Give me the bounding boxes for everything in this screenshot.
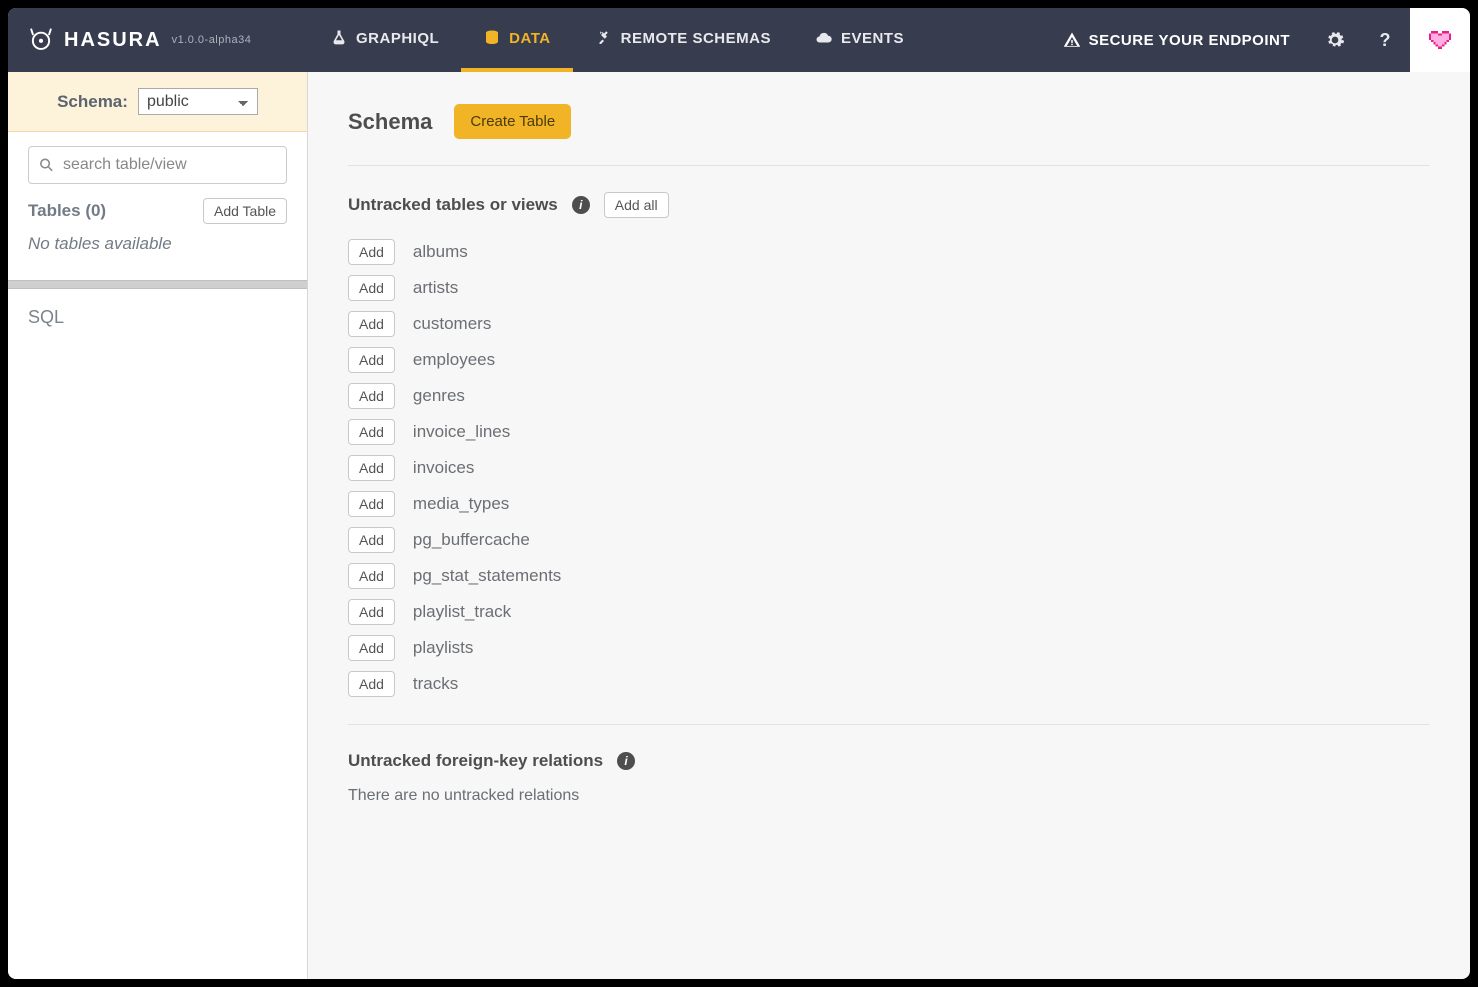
tab-label: GRAPHIQL xyxy=(356,30,439,47)
untracked-name: artists xyxy=(413,278,458,298)
add-button[interactable]: Add xyxy=(348,275,395,301)
untracked-row: Add invoice_lines xyxy=(348,414,1430,450)
secure-endpoint-link[interactable]: SECURE YOUR ENDPOINT xyxy=(1043,8,1310,72)
add-button[interactable]: Add xyxy=(348,527,395,553)
untracked-name: albums xyxy=(413,242,468,262)
untracked-row: Add playlist_track xyxy=(348,594,1430,630)
app-frame: HASURA v1.0.0-alpha34 GRAPHIQL DATA RE xyxy=(8,8,1470,979)
add-all-button[interactable]: Add all xyxy=(604,192,669,218)
untracked-name: invoice_lines xyxy=(413,422,510,442)
untracked-name: employees xyxy=(413,350,495,370)
untracked-title: Untracked tables or views xyxy=(348,195,558,215)
add-button[interactable]: Add xyxy=(348,347,395,373)
create-table-button[interactable]: Create Table xyxy=(454,104,571,139)
sidebar-inner: Tables (0) Add Table No tables available xyxy=(8,132,307,280)
add-button[interactable]: Add xyxy=(348,383,395,409)
body: Schema: public Tables (0) Add Table No t… xyxy=(8,72,1470,979)
untracked-name: tracks xyxy=(413,674,458,694)
info-icon: i xyxy=(617,752,635,770)
add-button[interactable]: Add xyxy=(348,419,395,445)
brand: HASURA v1.0.0-alpha34 xyxy=(8,8,308,72)
sql-link[interactable]: SQL xyxy=(8,289,307,346)
no-tables-text: No tables available xyxy=(28,234,287,270)
schema-selector-row: Schema: public xyxy=(8,72,307,132)
tab-graphiql[interactable]: GRAPHIQL xyxy=(308,8,461,72)
search-icon xyxy=(38,157,55,174)
untracked-name: media_types xyxy=(413,494,509,514)
untracked-row: Add albums xyxy=(348,234,1430,270)
untracked-row: Add employees xyxy=(348,342,1430,378)
sidebar-divider xyxy=(8,280,307,289)
gear-icon xyxy=(1325,30,1345,50)
schema-select[interactable]: public xyxy=(138,88,258,115)
tab-label: DATA xyxy=(509,30,550,47)
untracked-name: invoices xyxy=(413,458,474,478)
flask-icon xyxy=(330,29,348,47)
tab-data[interactable]: DATA xyxy=(461,8,572,72)
add-button[interactable]: Add xyxy=(348,635,395,661)
brand-name: HASURA xyxy=(64,29,162,52)
topbar: HASURA v1.0.0-alpha34 GRAPHIQL DATA RE xyxy=(8,8,1470,72)
page-title-row: Schema Create Table xyxy=(348,104,1430,166)
tab-events[interactable]: EVENTS xyxy=(793,8,926,72)
tab-label: EVENTS xyxy=(841,30,904,47)
main: Schema Create Table Untracked tables or … xyxy=(308,72,1470,979)
nav-right: SECURE YOUR ENDPOINT ? xyxy=(1043,8,1470,72)
add-button[interactable]: Add xyxy=(348,491,395,517)
love-button[interactable] xyxy=(1410,8,1470,72)
untracked-row: Add genres xyxy=(348,378,1430,414)
nav-tabs: GRAPHIQL DATA REMOTE SCHEMAS EVENTS xyxy=(308,8,926,72)
untracked-row: Add artists xyxy=(348,270,1430,306)
untracked-name: playlist_track xyxy=(413,602,511,622)
secure-label: SECURE YOUR ENDPOINT xyxy=(1089,32,1290,49)
untracked-row: Add invoices xyxy=(348,450,1430,486)
untracked-name: genres xyxy=(413,386,465,406)
untracked-name: playlists xyxy=(413,638,473,658)
settings-button[interactable] xyxy=(1310,8,1360,72)
cloud-icon xyxy=(815,29,833,47)
warning-icon xyxy=(1063,31,1081,49)
add-button[interactable]: Add xyxy=(348,239,395,265)
fk-section-head: Untracked foreign-key relations i xyxy=(348,751,1430,771)
add-button[interactable]: Add xyxy=(348,455,395,481)
add-table-button[interactable]: Add Table xyxy=(203,198,287,224)
untracked-list: Add albums Add artists Add customers Add employ… xyxy=(348,234,1430,702)
search-input[interactable] xyxy=(28,146,287,184)
brand-version: v1.0.0-alpha34 xyxy=(172,34,252,46)
sidebar: Schema: public Tables (0) Add Table No t… xyxy=(8,72,308,979)
add-button[interactable]: Add xyxy=(348,311,395,337)
untracked-row: Add playlists xyxy=(348,630,1430,666)
untracked-row: Add media_types xyxy=(348,486,1430,522)
untracked-row: Add pg_stat_statements xyxy=(348,558,1430,594)
untracked-name: customers xyxy=(413,314,491,334)
help-icon: ? xyxy=(1380,30,1391,51)
search-wrap xyxy=(28,146,287,184)
tables-header: Tables (0) Add Table xyxy=(28,198,287,224)
database-icon xyxy=(483,29,501,47)
page-title: Schema xyxy=(348,109,432,135)
untracked-row: Add pg_buffercache xyxy=(348,522,1430,558)
plug-icon xyxy=(595,29,613,47)
untracked-row: Add customers xyxy=(348,306,1430,342)
untracked-name: pg_buffercache xyxy=(413,530,530,550)
untracked-section-head: Untracked tables or views i Add all xyxy=(348,192,1430,218)
tables-title: Tables (0) xyxy=(28,201,106,221)
untracked-row: Add tracks xyxy=(348,666,1430,702)
add-button[interactable]: Add xyxy=(348,599,395,625)
help-button[interactable]: ? xyxy=(1360,8,1410,72)
untracked-name: pg_stat_statements xyxy=(413,566,561,586)
add-button[interactable]: Add xyxy=(348,563,395,589)
tab-label: REMOTE SCHEMAS xyxy=(621,30,771,47)
info-icon: i xyxy=(572,196,590,214)
add-button[interactable]: Add xyxy=(348,671,395,697)
section-divider xyxy=(348,724,1430,725)
heart-icon xyxy=(1426,29,1454,51)
fk-empty-text: There are no untracked relations xyxy=(348,787,1430,805)
schema-label: Schema: xyxy=(57,92,128,112)
fk-title: Untracked foreign-key relations xyxy=(348,751,603,771)
hasura-logo-icon xyxy=(28,27,54,53)
tab-remote-schemas[interactable]: REMOTE SCHEMAS xyxy=(573,8,793,72)
